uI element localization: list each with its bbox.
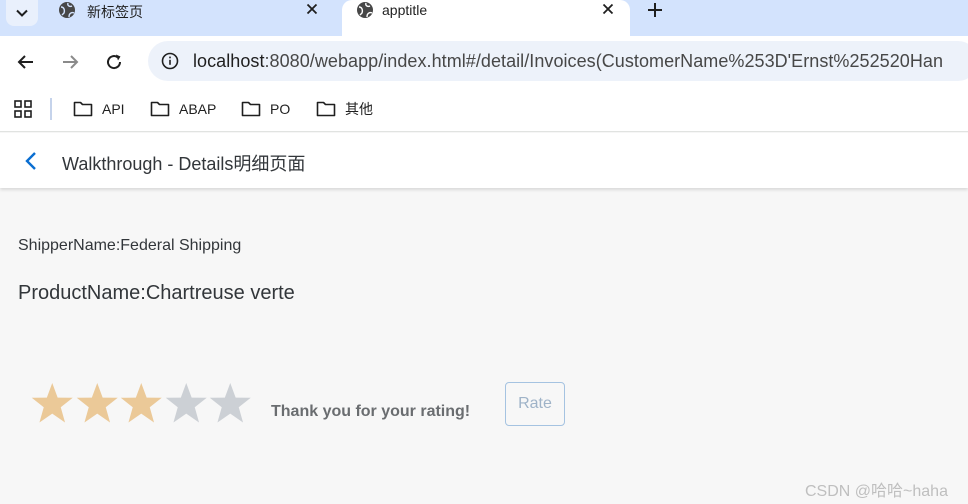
star-empty-icon[interactable] [208,381,253,427]
reload-icon[interactable] [104,52,124,72]
folder-icon [241,101,261,117]
forward-arrow-icon[interactable] [60,52,80,72]
star-empty-icon[interactable] [164,381,209,427]
globe-icon [59,2,75,18]
bookmark-other[interactable]: 其他 [316,99,373,119]
close-icon[interactable] [304,1,320,17]
tab-title: 新标签页 [87,4,143,20]
bookmark-po[interactable]: PO [241,99,290,119]
shipper-name-text: ShipperName:Federal Shipping [18,237,242,254]
globe-icon [357,2,373,18]
tab-title: apptitle [382,2,428,18]
url-host: localhost [193,51,265,71]
folder-icon [150,101,170,117]
bookmark-label: API [102,101,125,117]
tab-new[interactable]: 新标签页 [44,0,334,36]
bookmark-separator [50,98,52,120]
tab-apptitle[interactable]: apptitle [342,0,630,36]
folder-icon [73,101,93,117]
tab-strip: 新标签页 apptitle [0,0,968,36]
rate-button[interactable]: Rate [505,382,565,426]
close-icon[interactable] [600,1,616,17]
bookmark-abap[interactable]: ABAP [150,99,216,119]
page-header: Walkthrough - Details明细页面 [0,133,968,188]
browser-toolbar: localhost:8080/webapp/index.html#/detail… [0,36,968,88]
bookmark-label: PO [270,101,291,117]
star-filled-icon[interactable] [75,381,120,427]
watermark: CSDN @哈哈~haha [805,483,948,500]
nav-back-button[interactable] [22,151,40,171]
bookmarks-bar: API ABAP PO 其他 [0,88,968,132]
rating-indicator[interactable] [30,381,253,427]
url-text: localhost:8080/webapp/index.html#/detail… [193,51,943,72]
star-filled-icon[interactable] [30,381,75,427]
star-filled-icon[interactable] [119,381,164,427]
page-title: Walkthrough - Details明细页面 [62,154,306,174]
bookmark-label: ABAP [179,101,217,117]
apps-grid-icon[interactable] [14,100,32,118]
bookmark-label: 其他 [345,101,373,117]
back-arrow-icon[interactable] [16,52,36,72]
new-tab-plus-icon[interactable] [644,0,666,20]
bookmark-api[interactable]: API [73,99,125,119]
url-path: :8080/webapp/index.html#/detail/Invoices… [264,51,944,71]
rating-thanks-label: Thank you for your rating! [271,403,471,420]
product-name-title: ProductName:Chartreuse verte [18,282,295,304]
tab-search-button[interactable] [6,0,38,26]
site-info-icon[interactable] [161,52,179,70]
chevron-down-icon [16,9,28,17]
address-bar[interactable]: localhost:8080/webapp/index.html#/detail… [148,41,968,81]
folder-icon [316,101,336,117]
